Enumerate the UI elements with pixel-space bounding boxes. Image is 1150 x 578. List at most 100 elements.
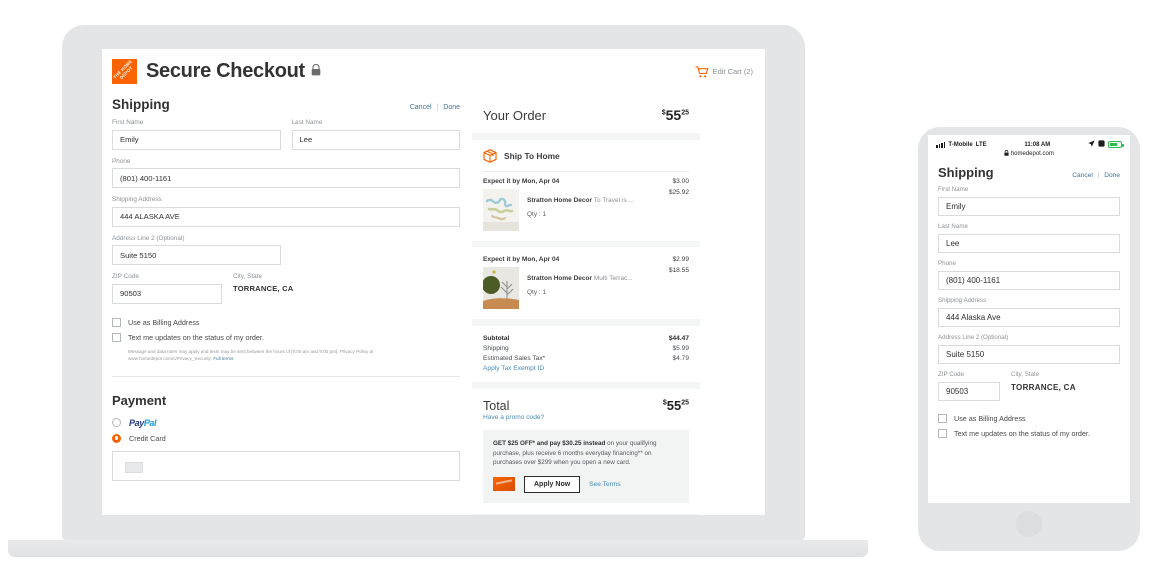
shipping-column: Shipping Cancel | Done First Name Last N… [112, 88, 460, 515]
cancel-button[interactable]: Cancel [410, 104, 432, 111]
checkbox-icon[interactable] [112, 317, 121, 327]
phone-zip-city-row: ZIP Code City, State TORRANCE, CA [938, 371, 1120, 408]
ship-method-header: Ship To Home [483, 149, 689, 163]
checkbox-icon[interactable] [938, 414, 947, 423]
phone-url-bar[interactable]: homedepot.com [928, 149, 1130, 161]
phone-status-bar: T-Mobile LTE 11:08 AM [928, 135, 1130, 149]
shipment-card: Ship To Home Expect it by Mon, Apr 04 $3… [472, 140, 700, 241]
edit-cart-button[interactable]: Edit Cart (2) [695, 65, 753, 78]
last-name-input[interactable] [291, 129, 460, 150]
order-item-qty: Qty : 1 [527, 289, 547, 296]
phone-address-input[interactable] [938, 308, 1120, 327]
phone-phone-input[interactable] [938, 271, 1120, 290]
status-right [1088, 140, 1124, 149]
section-divider [112, 375, 460, 377]
phone-zip-input[interactable] [938, 382, 1000, 401]
payment-heading: Payment [112, 392, 167, 408]
text-updates-label: Text me updates on the status of my orde… [128, 332, 264, 342]
offer-cta-row: Apply Now See Terms [493, 475, 679, 493]
tax-exempt-link[interactable]: Apply Tax Exempt ID [483, 365, 689, 372]
phone-zip-label: ZIP Code [938, 371, 965, 378]
product-thumbnail-world-map[interactable] [483, 189, 519, 231]
credit-card-option-row[interactable]: Credit Card [112, 433, 460, 443]
phone-address2-input[interactable] [938, 345, 1120, 364]
subtotal-row: Subtotal $44.47 [483, 335, 689, 342]
see-terms-link[interactable]: See Terms [589, 481, 620, 488]
credit-card-image-icon [493, 477, 515, 491]
phone-shipping-form: First Name Last Name Phone Shipping Addr… [928, 186, 1130, 438]
phone-zip-field: ZIP Code [938, 371, 1000, 401]
shipping-actions: Cancel | Done [410, 104, 460, 111]
credit-card-label: Credit Card [129, 433, 166, 443]
paypal-option-row[interactable]: PayPal [112, 418, 460, 428]
shipment-price: $3.00 [672, 178, 689, 185]
radio-icon[interactable] [112, 418, 121, 427]
phone-billing-checkbox-row[interactable]: Use as Billing Address [938, 414, 1120, 423]
phone-first-name-input[interactable] [938, 197, 1120, 216]
shipping-address-input[interactable] [112, 206, 460, 227]
paypal-logo: PayPal [129, 417, 157, 428]
radio-selected-icon[interactable] [112, 433, 121, 443]
shipping-label: Shipping [483, 345, 509, 352]
apply-now-button[interactable]: Apply Now [524, 475, 581, 493]
offer-text: GET $25 OFF* and pay $30.25 instead on y… [493, 439, 679, 468]
zip-field: ZIP Code [112, 273, 222, 304]
order-line-item[interactable]: Stratton Home Decor To Travel is ... Qty… [483, 189, 689, 231]
order-item-qty: Qty : 1 [527, 211, 547, 218]
zip-input[interactable] [112, 283, 222, 304]
product-thumbnail-tree-art[interactable] [483, 267, 519, 309]
offer-headline: GET $25 OFF* and pay $30.25 instead [493, 440, 606, 447]
promo-code-link[interactable]: Have a promo code? [483, 414, 689, 421]
phone-last-name-input[interactable] [938, 234, 1120, 253]
done-button[interactable]: Done [443, 104, 460, 111]
phone-home-button[interactable] [1016, 511, 1042, 537]
shipping-value: $5.99 [672, 345, 689, 352]
status-time: 11:08 AM [1024, 141, 1051, 148]
phone-billing-label: Use as Billing Address [954, 414, 1026, 423]
phone-address-field: Shipping Address [938, 297, 1120, 327]
billing-address-checkbox-row[interactable]: Use as Billing Address [112, 317, 460, 327]
phone-city-state-field: City, State TORRANCE, CA [1011, 371, 1076, 392]
order-item-desc: Multi Terrac... [592, 275, 633, 282]
credit-card-form[interactable] [112, 450, 460, 481]
home-depot-logo-icon[interactable]: THE HOME DEPOT [112, 59, 137, 84]
city-state-field: City, State TORRANCE, CA [233, 273, 293, 293]
phone-cancel-button[interactable]: Cancel [1072, 172, 1093, 179]
address-line2-input[interactable] [112, 245, 281, 265]
tax-label: Estimated Sales Tax* [483, 355, 546, 362]
phone-text-updates-checkbox-row[interactable]: Text me updates on the status of my orde… [938, 429, 1120, 438]
name-row: First Name Last Name [112, 119, 460, 158]
checkbox-icon[interactable] [938, 429, 947, 438]
full-terms-link[interactable]: Full terms [213, 356, 233, 361]
order-item-price: $18.55 [668, 267, 689, 274]
phone-city-state-value: TORRANCE, CA [1011, 383, 1076, 392]
grand-total-row: Total $5525 [483, 398, 689, 413]
paypal-logo-part2: Pal [143, 417, 157, 428]
order-item-name: Stratton Home Decor To Travel is ... [527, 197, 634, 204]
shipment-card: Expect it by Mon, Apr 04 $2.99 Stratton … [472, 247, 700, 319]
lock-icon [1004, 150, 1011, 157]
order-total-amount: $5525 [662, 107, 689, 123]
sms-fineprint: Message and data rates may apply and tex… [128, 348, 428, 362]
shipment-eta-row: Expect it by Mon, Apr 04 $3.00 [483, 178, 689, 185]
order-line-item[interactable]: Stratton Home Decor Multi Terrac... Qty … [483, 267, 689, 309]
checkbox-icon[interactable] [112, 332, 121, 342]
first-name-input[interactable] [112, 129, 281, 150]
first-name-field: First Name [112, 119, 281, 150]
laptop-screen: THE HOME DEPOT Secure Checkout Edit Cart… [102, 49, 765, 515]
carrier-label: T-Mobile [948, 141, 973, 148]
text-updates-checkbox-row[interactable]: Text me updates on the status of my orde… [112, 332, 460, 342]
address-line2-field: Address Line 2 (Optional) [112, 234, 460, 265]
order-item-price: $25.92 [668, 189, 689, 196]
shipping-section-header: Shipping Cancel | Done [112, 97, 460, 112]
ship-method-label: Ship To Home [504, 151, 560, 161]
phone-input[interactable] [112, 168, 460, 188]
checkout-columns: Shipping Cancel | Done First Name Last N… [102, 88, 765, 515]
order-lines-card: Subtotal $44.47 Shipping $5.99 Estimated… [472, 326, 700, 382]
first-name-label: First Name [112, 119, 144, 126]
phone-done-button[interactable]: Done [1104, 172, 1120, 179]
grand-total-value: $5525 [663, 398, 689, 413]
order-item-brand: Stratton Home Decor [527, 197, 593, 204]
address-line2-label: Address Line 2 (Optional) [112, 234, 185, 242]
location-arrow-icon [1088, 140, 1095, 149]
